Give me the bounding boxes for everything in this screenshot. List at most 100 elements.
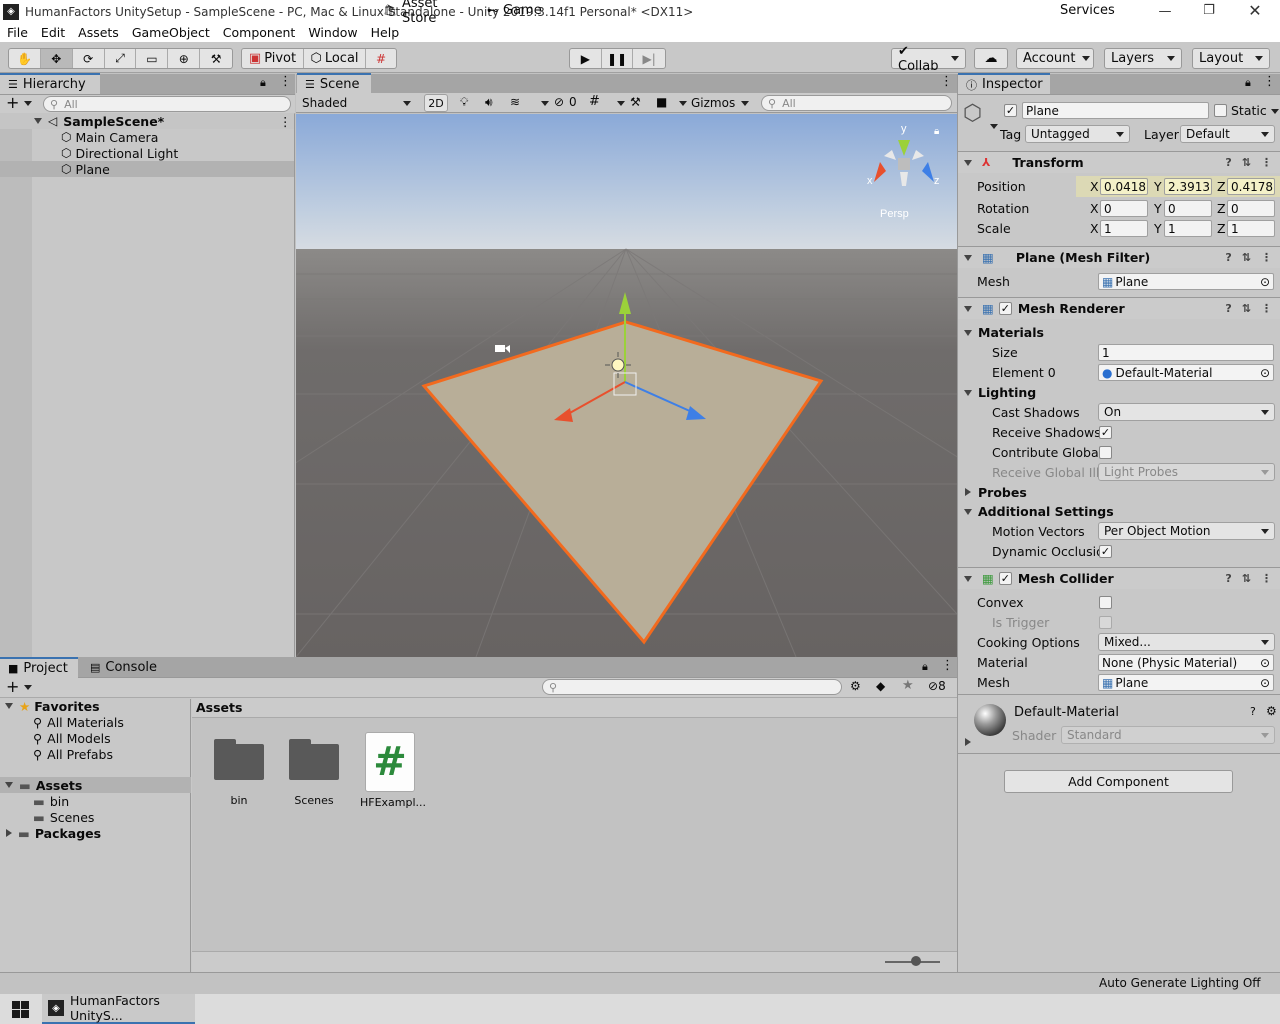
lock-icon[interactable]: 🔒︎ xyxy=(1245,76,1251,90)
scale-x-field[interactable]: 1 xyxy=(1100,220,1148,237)
menu-help[interactable]: Help xyxy=(371,25,400,40)
collapse-icon[interactable] xyxy=(6,829,12,837)
step-icon[interactable]: ▶| xyxy=(633,49,665,68)
menu-gameobject[interactable]: GameObject xyxy=(132,25,210,40)
tab-hierarchy[interactable]: ☰ Hierarchy xyxy=(0,73,100,94)
preset-icon[interactable]: ⇅ xyxy=(1242,572,1251,585)
lighting-toggle-icon[interactable]: 💡︎ xyxy=(460,95,468,110)
windows-start-icon[interactable] xyxy=(0,994,40,1024)
2d-toggle[interactable]: 2D xyxy=(424,94,448,112)
foldout-icon[interactable] xyxy=(965,488,971,496)
close-icon[interactable]: ✕ xyxy=(1248,1,1262,20)
scene-menu-dots-icon[interactable]: ⋮ xyxy=(940,74,953,89)
settings-gear-icon[interactable]: ⚙ xyxy=(1266,704,1277,718)
position-z-field[interactable]: 0.4178 xyxy=(1227,178,1275,195)
asset-item-bin[interactable]: bin xyxy=(210,735,268,810)
scene-row[interactable]: ◁ SampleScene* ⋮ xyxy=(0,113,294,129)
active-checkbox[interactable]: ✓ xyxy=(1004,104,1017,117)
shading-mode-dropdown[interactable]: Shaded xyxy=(297,94,416,112)
collab-dropdown[interactable]: ✔ Collab xyxy=(891,44,966,74)
object-picker-icon[interactable]: ⊙ xyxy=(1260,275,1270,289)
menu-dots-icon[interactable]: ⋮ xyxy=(1263,74,1276,89)
static-caret[interactable] xyxy=(1271,109,1279,114)
expand-icon[interactable] xyxy=(34,118,42,124)
custom-tool-icon[interactable]: ⚒ xyxy=(200,49,232,68)
mesh-collider-header[interactable]: ▦ ✓ Mesh Collider ? ⇅ ⋮ xyxy=(958,567,1280,589)
local-toggle[interactable]: ⬡ Local xyxy=(304,49,366,68)
tab-scene[interactable]: ☰ Scene xyxy=(297,73,371,94)
mesh-filter-header[interactable]: ▦ Plane (Mesh Filter) ? ⇅ ⋮ xyxy=(958,246,1280,268)
restore-icon[interactable]: ❐ xyxy=(1202,3,1216,18)
camera-icon[interactable]: ■ xyxy=(656,95,667,109)
create-plus-icon[interactable]: + xyxy=(6,677,19,696)
cooking-options-dropdown[interactable]: Mixed... xyxy=(1098,633,1275,651)
hand-tool-icon[interactable]: ✋ xyxy=(9,49,41,68)
favorite-star-icon[interactable]: ★ xyxy=(902,678,914,693)
element0-field[interactable]: ● Default-Material ⊙ xyxy=(1098,364,1274,381)
additional-settings-label[interactable]: Additional Settings xyxy=(978,504,1114,519)
transform-tool-icon[interactable]: ⊕ xyxy=(168,49,201,68)
projection-label[interactable]: Persp xyxy=(880,208,909,220)
layers-dropdown[interactable]: Layers xyxy=(1104,48,1182,69)
lighting-label[interactable]: Lighting xyxy=(978,385,1036,400)
foldout-icon[interactable] xyxy=(964,390,972,396)
cast-shadows-dropdown[interactable]: On xyxy=(1098,403,1275,421)
effects-toggle-icon[interactable]: ≋ xyxy=(510,95,520,109)
foldout-icon[interactable] xyxy=(964,575,972,582)
favorite-item[interactable]: ⚲ All Materials xyxy=(0,714,191,730)
account-dropdown[interactable]: Account xyxy=(1016,48,1094,69)
size-field[interactable]: 1 xyxy=(1098,344,1274,361)
menu-file[interactable]: File xyxy=(7,25,28,40)
preset-icon[interactable]: ⇅ xyxy=(1242,302,1251,315)
foldout-icon[interactable] xyxy=(964,254,972,261)
assets-root-row[interactable]: ▬ Assets xyxy=(0,777,191,793)
material-foldout-icon[interactable] xyxy=(965,738,971,746)
project-search[interactable]: ⚲ xyxy=(542,679,842,695)
create-caret-icon[interactable] xyxy=(24,101,32,106)
mesh-collider-enabled-checkbox[interactable]: ✓ xyxy=(998,572,1012,585)
foldout-icon[interactable] xyxy=(964,330,972,336)
grid-snap-icon[interactable]: # xyxy=(366,49,396,68)
menu-component[interactable]: Component xyxy=(223,25,296,40)
preset-icon[interactable]: ⇅ xyxy=(1242,251,1251,264)
gizmo-lock-icon[interactable]: 🔒︎ xyxy=(934,126,939,137)
tab-asset-store[interactable]: 🛍︎ Asset Store xyxy=(375,0,475,26)
scene-menu-icon[interactable]: ⋮ xyxy=(279,114,292,129)
hierarchy-item[interactable]: ⬡ Main Camera xyxy=(0,129,294,145)
hierarchy-search[interactable]: ⚲ All xyxy=(43,96,291,112)
pause-icon[interactable]: ❚❚ xyxy=(602,49,634,68)
hierarchy-item-selected[interactable]: ⬡ Plane xyxy=(0,161,294,177)
help-icon[interactable]: ? xyxy=(1225,251,1231,264)
transform-header[interactable]: ⅄ Transform ? ⇅ ⋮ xyxy=(958,151,1280,173)
layout-dropdown[interactable]: Layout xyxy=(1192,48,1270,69)
component-menu-icon[interactable]: ⋮ xyxy=(1261,302,1272,315)
hierarchy-item[interactable]: ⬡ Directional Light xyxy=(0,145,294,161)
tab-inspector[interactable]: ⓘ Inspector xyxy=(958,73,1050,94)
help-icon[interactable]: ? xyxy=(1225,302,1231,315)
tools-icon[interactable]: ⚒ xyxy=(630,95,641,109)
favorite-item[interactable]: ⚲ All Models xyxy=(0,730,191,746)
menu-window[interactable]: Window xyxy=(308,25,357,40)
rotation-x-field[interactable]: 0 xyxy=(1100,200,1148,217)
expand-icon[interactable] xyxy=(5,782,13,788)
add-component-button[interactable]: Add Component xyxy=(1004,770,1233,793)
packages-row[interactable]: ▬ Packages xyxy=(0,825,191,841)
foldout-icon[interactable] xyxy=(964,159,972,166)
icon-size-slider-thumb[interactable] xyxy=(911,956,921,966)
receive-shadows-checkbox[interactable]: ✓ xyxy=(1099,426,1112,439)
foldout-icon[interactable] xyxy=(964,509,972,515)
audio-toggle-icon[interactable]: 🔊︎ xyxy=(485,95,493,110)
search-by-type-icon[interactable]: ⚙ xyxy=(850,679,861,693)
taskbar-app-unity[interactable]: ◈ HumanFactors UnityS... xyxy=(42,993,195,1024)
object-picker-icon[interactable]: ⊙ xyxy=(1260,656,1270,670)
menu-dots-icon[interactable]: ⋮ xyxy=(279,74,292,89)
icon-caret[interactable] xyxy=(990,124,998,129)
scale-y-field[interactable]: 1 xyxy=(1164,220,1212,237)
asset-folder-row[interactable]: ▬ Scenes xyxy=(0,809,191,825)
effects-caret-icon[interactable] xyxy=(541,101,549,106)
object-picker-icon[interactable]: ⊙ xyxy=(1260,676,1270,690)
minimize-icon[interactable]: — xyxy=(1158,4,1172,19)
collider-mesh-field[interactable]: ▦ Plane ⊙ xyxy=(1098,674,1274,691)
probes-label[interactable]: Probes xyxy=(978,485,1027,500)
lock-icon[interactable]: 🔒︎ xyxy=(260,76,266,90)
